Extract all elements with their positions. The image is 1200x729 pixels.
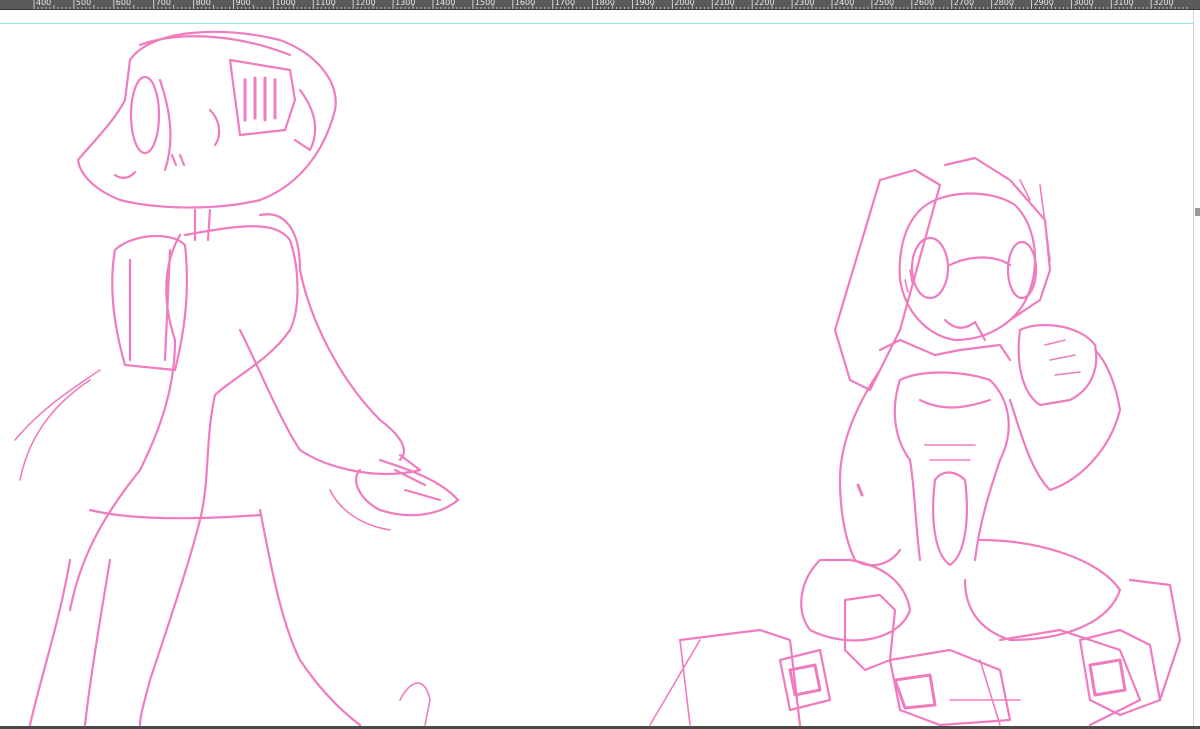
left-blush	[170, 153, 186, 167]
right-visor	[948, 256, 1012, 267]
ruler-label: 1800	[594, 0, 615, 7]
right-collar	[878, 338, 1012, 362]
left-helmet	[76, 30, 337, 209]
left-leg-back-inner	[83, 558, 112, 726]
left-torso-back	[68, 233, 182, 612]
left-visor-line	[158, 78, 172, 172]
horizontal-ruler[interactable]: 400 500 600 700 800 900 1000 1100 1200 1300 1400 15…	[0, 0, 1200, 10]
right-eye-right	[1006, 240, 1038, 300]
ruler-label: 2100	[714, 0, 735, 7]
ruler-label: 900	[235, 0, 251, 7]
ruler-label: 2000	[674, 0, 695, 7]
left-eye-far	[208, 108, 221, 147]
ruler-label: 2700	[953, 0, 975, 7]
ruler-label: 400	[36, 0, 52, 7]
left-fingers	[393, 453, 442, 502]
left-helmet-top	[138, 35, 292, 57]
left-mouth	[113, 170, 137, 179]
ruler-label: 2400	[834, 0, 855, 7]
platform-left-edge	[649, 639, 701, 726]
ruler-label: 600	[115, 0, 132, 7]
right-belly	[932, 471, 968, 567]
vertical-scrollbar-thumb[interactable]	[1195, 208, 1200, 216]
ruler-label: 1300	[395, 0, 416, 7]
ruler-label: 1100	[315, 0, 336, 7]
ruler-label: 2900	[1033, 0, 1054, 7]
left-leg-front-outer	[258, 508, 362, 726]
right-ear-left	[833, 168, 942, 392]
ruler-label: 3200	[1153, 0, 1174, 7]
right-raised-arm	[1008, 348, 1122, 492]
right-raised-fist	[1017, 323, 1098, 407]
canvas-guide-line	[0, 23, 1200, 24]
right-resting-arm	[838, 368, 902, 567]
left-hand	[354, 458, 460, 517]
ruler-label: 1400	[435, 0, 456, 7]
right-fist-fingers	[1044, 339, 1081, 376]
drawing-canvas[interactable]	[0, 10, 1193, 726]
platform-right	[998, 628, 1142, 726]
right-thigh-right	[963, 538, 1122, 642]
left-backpack-straps	[128, 248, 172, 362]
ruler-label: 2300	[794, 0, 815, 7]
ruler-label: 1900	[634, 0, 655, 7]
character-right-robot	[649, 156, 1182, 726]
ruler-label: 3100	[1113, 0, 1134, 7]
platform-center-shade	[893, 673, 937, 710]
ruler-label: 1000	[275, 0, 296, 7]
ruler-label: 1500	[474, 0, 496, 7]
ruler-label: 1600	[514, 0, 536, 7]
ruler-label: 800	[195, 0, 211, 7]
ruler-label: 2500	[873, 0, 895, 7]
ruler-label: 2600	[913, 0, 935, 7]
left-rear-arm	[14, 369, 101, 481]
platform-right-shade	[1088, 658, 1127, 697]
left-vent-slats	[243, 76, 277, 122]
left-eye	[129, 75, 161, 155]
left-neck	[193, 208, 212, 242]
left-foot-sketch	[399, 682, 431, 726]
left-helmet-vent	[228, 58, 297, 137]
right-chest-line	[918, 398, 992, 409]
platform-block-left	[778, 648, 832, 712]
left-torso-front	[183, 225, 299, 522]
platform-center	[888, 648, 1012, 726]
platform-far-right	[1128, 578, 1182, 702]
ruler-label: 2200	[754, 0, 775, 7]
vertical-scrollbar[interactable]	[1193, 10, 1200, 726]
ruler-label: 1200	[355, 0, 376, 7]
left-arm-upper	[258, 213, 405, 462]
left-leg-back-outer	[28, 558, 72, 726]
character-left-robot	[14, 30, 460, 726]
right-ab-lines	[924, 444, 976, 461]
right-chest-left	[893, 378, 922, 562]
drawing-app-window: 400 500 600 700 800 900 1000 1100 1200 1300 1400 15…	[0, 0, 1200, 729]
ruler-label: 3000	[1073, 0, 1094, 7]
left-helmet-ear	[293, 88, 317, 152]
ruler-label: 500	[75, 0, 92, 7]
ruler-label: 2800	[993, 0, 1014, 7]
right-ear-right	[943, 156, 1052, 322]
right-arm-mark	[856, 483, 864, 497]
ruler-label: 1700	[554, 0, 576, 7]
left-hip-line	[88, 508, 262, 520]
ruler-label: 700	[155, 0, 171, 7]
left-leg-front-inner	[138, 518, 202, 726]
sketch-artwork	[14, 30, 1182, 726]
